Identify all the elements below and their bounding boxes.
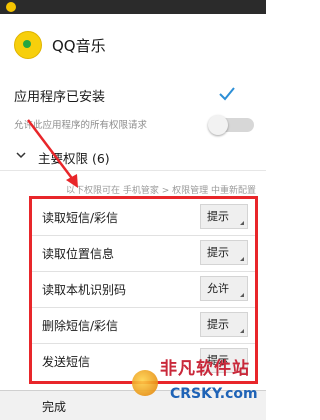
dropdown-corner-icon — [240, 293, 244, 297]
dropdown-corner-icon — [240, 221, 244, 225]
permission-row: 读取本机识别码 允许 — [32, 271, 255, 308]
permission-label: 发送短信 — [42, 355, 91, 369]
permission-value: 提示 — [207, 246, 229, 259]
permission-label: 读取本机识别码 — [42, 283, 127, 297]
permissions-section-header[interactable]: 主要权限 (6) — [0, 142, 266, 171]
permission-value: 允许 — [207, 282, 229, 295]
checkmark-icon — [219, 87, 235, 101]
app-title: QQ音乐 — [52, 37, 106, 55]
app-header: QQ音乐 — [0, 14, 266, 72]
permission-dropdown[interactable]: 提示 — [200, 312, 248, 337]
watermark-text-en: CRSKY.com — [170, 386, 258, 402]
settings-hint: 以下权限可在 手机管家 > 权限管理 中重新配置 — [66, 186, 256, 196]
chevron-down-icon — [16, 152, 26, 159]
dropdown-corner-icon — [240, 329, 244, 333]
installed-label: 应用程序已安装 — [14, 90, 106, 105]
dropdown-corner-icon — [240, 257, 244, 261]
allow-all-label: 允许此应用程序的所有权限请求 — [14, 120, 148, 131]
permission-dropdown[interactable]: 允许 — [200, 276, 248, 301]
site-watermark: 非凡软件站 CRSKY.com — [128, 344, 262, 412]
permission-row: 删除短信/彩信 提示 — [32, 307, 255, 344]
allow-all-row[interactable]: 允许此应用程序的所有权限请求 — [0, 112, 266, 136]
permission-dropdown[interactable]: 提示 — [200, 240, 248, 265]
permission-value: 提示 — [207, 318, 229, 331]
permission-dropdown[interactable]: 提示 — [200, 204, 248, 229]
section-label: 主要权限 (6) — [38, 151, 110, 166]
permission-row: 读取短信/彩信 提示 — [32, 199, 255, 236]
permission-label: 读取短信/彩信 — [42, 211, 119, 225]
watermark-text-cn: 非凡软件站 — [160, 359, 250, 379]
watermark-logo-icon — [132, 370, 158, 396]
permission-value: 提示 — [207, 210, 229, 223]
status-bar — [0, 0, 266, 14]
done-button[interactable]: 完成 — [42, 398, 66, 415]
notification-icon — [6, 2, 16, 12]
toggle-knob — [208, 115, 228, 135]
permission-label: 读取位置信息 — [42, 247, 115, 261]
installed-row: 应用程序已安装 — [0, 76, 266, 112]
permission-label: 删除短信/彩信 — [42, 319, 119, 333]
qq-music-logo-icon — [14, 31, 42, 59]
permission-row: 读取位置信息 提示 — [32, 235, 255, 272]
allow-all-toggle[interactable] — [208, 115, 254, 135]
